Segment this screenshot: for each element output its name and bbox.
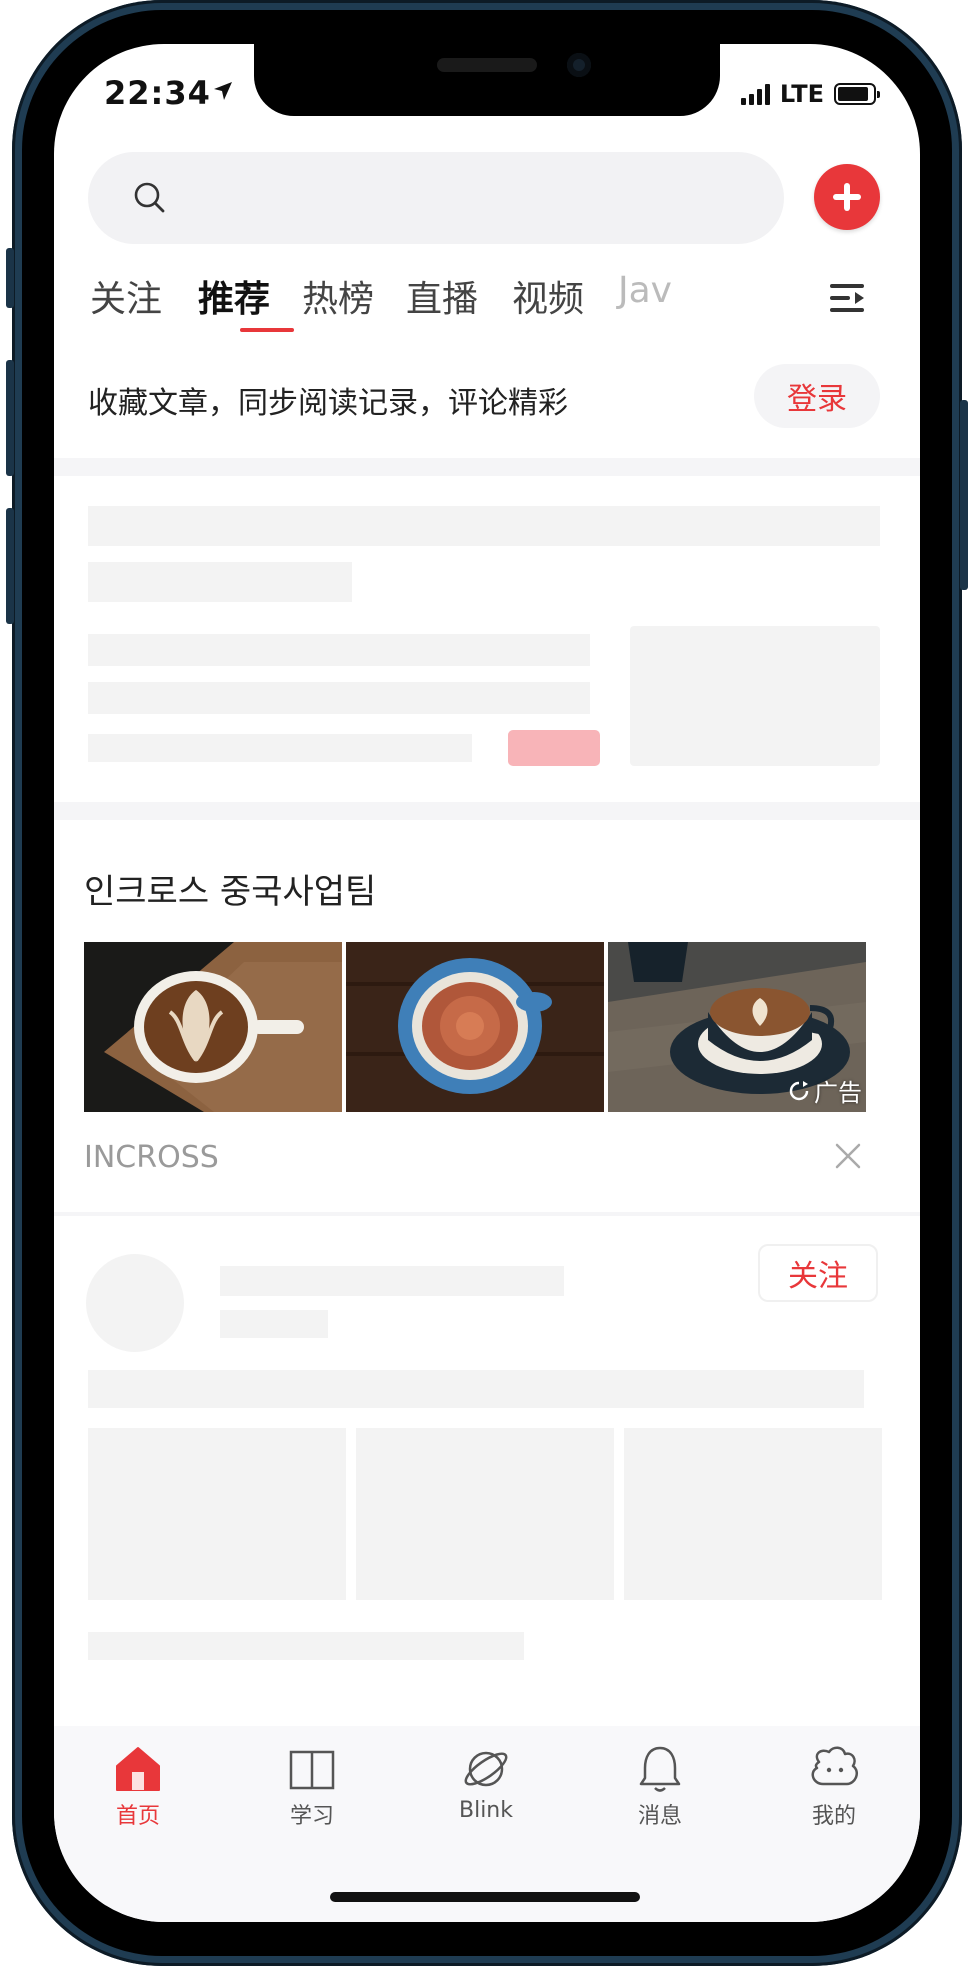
nav-home[interactable]: 首页 xyxy=(78,1744,198,1830)
signal-strength-icon xyxy=(740,83,770,105)
search-icon xyxy=(134,182,165,213)
ad-title: 인크로스 중국사업팀 xyxy=(84,872,377,912)
skeleton-line xyxy=(88,634,590,666)
skeleton-line xyxy=(88,1370,864,1408)
skeleton-line xyxy=(88,506,880,546)
close-icon[interactable] xyxy=(834,1142,862,1170)
location-arrow-icon xyxy=(214,82,232,100)
active-tab-indicator xyxy=(240,328,294,332)
nav-profile-label: 我的 xyxy=(811,1804,856,1829)
search-input[interactable] xyxy=(184,152,744,244)
front-camera xyxy=(567,53,591,77)
section-divider xyxy=(54,802,920,820)
refresh-icon xyxy=(789,1080,809,1100)
planet-icon xyxy=(464,1751,508,1787)
search-bar[interactable] xyxy=(88,152,784,244)
tab-java[interactable]: Jav xyxy=(618,270,672,311)
network-type: LTE xyxy=(779,80,824,108)
silent-switch xyxy=(6,248,14,308)
skeleton-image xyxy=(88,1428,346,1600)
create-post-button[interactable] xyxy=(814,164,880,230)
skeleton-line xyxy=(220,1266,564,1296)
skeleton-line xyxy=(220,1310,328,1338)
earpiece-speaker xyxy=(437,58,537,72)
follow-button[interactable]: 关注 xyxy=(758,1244,878,1302)
skeleton-line xyxy=(88,1632,524,1660)
power-button xyxy=(960,400,968,590)
volume-down-button xyxy=(6,508,14,624)
home-icon xyxy=(116,1747,160,1791)
skeleton-line xyxy=(88,562,352,602)
app-screen: 22:34 LTE 关注 推荐 热榜 直播 视频 Jav 收藏文章，同步阅读记录… xyxy=(54,44,920,1922)
nav-home-label: 首页 xyxy=(115,1804,160,1829)
tab-video[interactable]: 视频 xyxy=(512,270,584,322)
volume-up-button xyxy=(6,360,14,476)
ad-badge: 广告 xyxy=(788,1073,862,1108)
tab-live[interactable]: 直播 xyxy=(406,270,478,322)
skeleton-avatar xyxy=(86,1254,184,1352)
channel-menu-icon[interactable] xyxy=(828,280,868,316)
skeleton-line xyxy=(88,734,472,762)
book-icon xyxy=(289,1750,335,1790)
skeleton-tag xyxy=(508,730,600,766)
plus-icon xyxy=(833,183,861,211)
nav-learn[interactable]: 学习 xyxy=(252,1744,372,1830)
login-button[interactable]: 登录 xyxy=(754,364,880,428)
home-indicator[interactable] xyxy=(330,1892,640,1902)
ad-source: INCROSS xyxy=(84,1140,219,1175)
profile-icon xyxy=(811,1746,858,1786)
tab-hot-list[interactable]: 热榜 xyxy=(302,270,374,322)
skeleton-line xyxy=(88,682,590,714)
ad-badge-label: 广告 xyxy=(814,1079,862,1107)
skeleton-thumbnail xyxy=(630,626,880,766)
bell-icon xyxy=(639,1746,681,1792)
nav-profile[interactable]: 我的 xyxy=(774,1744,894,1830)
nav-messages-label: 消息 xyxy=(637,1804,682,1829)
nav-blink-label: Blink xyxy=(458,1798,513,1823)
tab-follow[interactable]: 关注 xyxy=(90,270,162,322)
status-time: 22:34 xyxy=(104,74,211,112)
coffee-image xyxy=(84,942,342,1112)
notch xyxy=(254,44,720,116)
login-prompt-text: 收藏文章，同步阅读记录，评论精彩 xyxy=(88,386,568,421)
battery-icon xyxy=(834,83,880,105)
ad-image-latte-table[interactable]: 广告 xyxy=(608,942,866,1112)
coffee-image xyxy=(346,942,604,1112)
ad-image-cappuccino[interactable] xyxy=(346,942,604,1112)
ad-image-latte-board[interactable] xyxy=(84,942,342,1112)
nav-learn-label: 学习 xyxy=(289,1804,334,1829)
tab-recommended[interactable]: 推荐 xyxy=(198,270,270,322)
section-divider xyxy=(54,458,920,476)
status-indicators: LTE xyxy=(740,80,880,108)
tab-scroll-fade xyxy=(714,266,834,336)
skeleton-image xyxy=(624,1428,882,1600)
nav-blink[interactable]: Blink xyxy=(426,1744,546,1823)
skeleton-image xyxy=(356,1428,614,1600)
section-divider xyxy=(54,1212,920,1216)
nav-messages[interactable]: 消息 xyxy=(600,1744,720,1830)
